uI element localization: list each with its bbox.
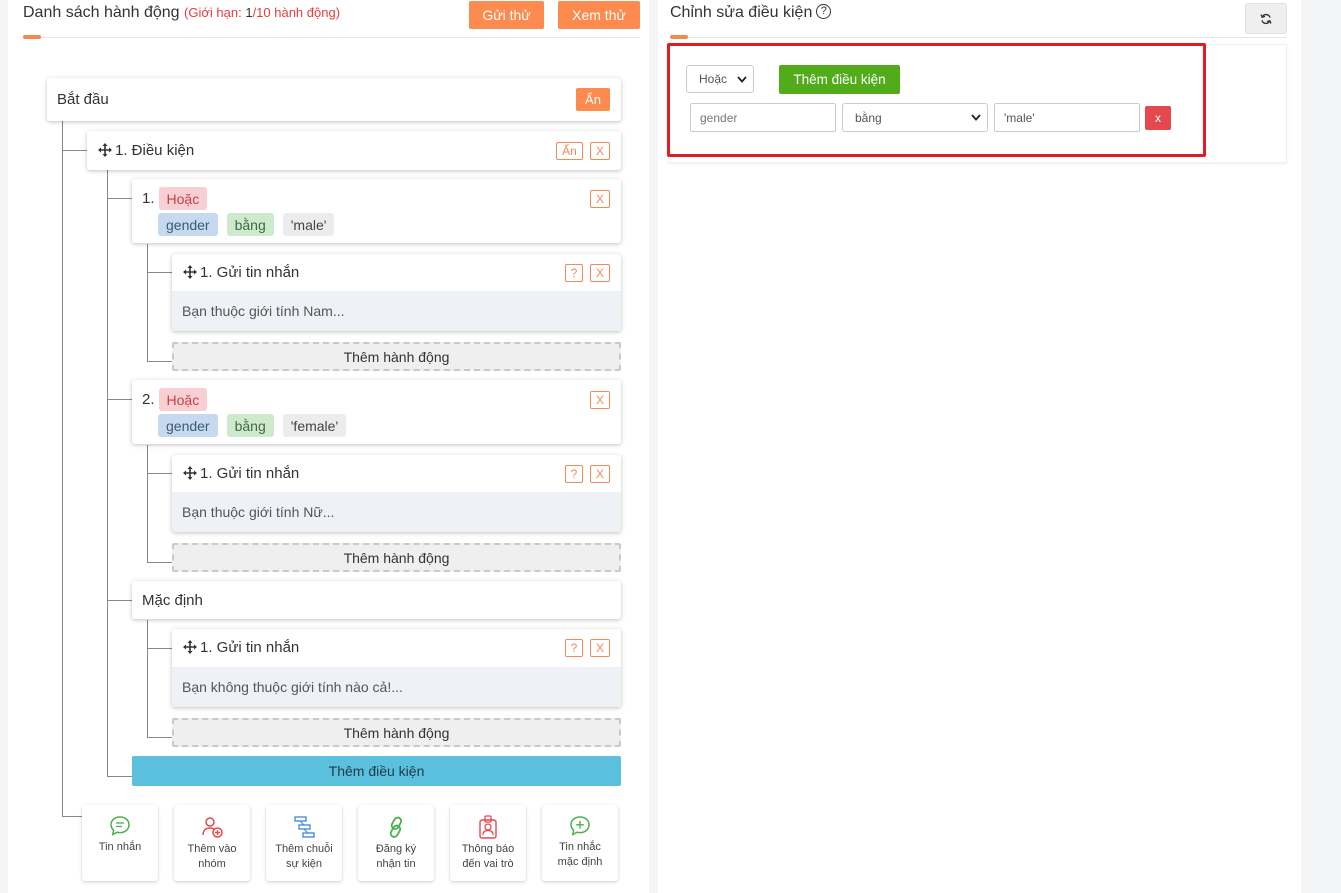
logic-select[interactable]: Hoặc [686,65,754,93]
move-icon[interactable] [98,143,112,157]
hide-button[interactable]: Ẩn [576,88,610,111]
action-list-title: Danh sách hành động [23,4,180,21]
field-tag: gender [158,414,218,437]
move-icon[interactable] [183,640,197,654]
tool-subscribe[interactable]: Đăng ký nhận tin [358,805,434,881]
delete-condition-button[interactable]: X [590,142,610,160]
action-node[interactable]: 1. Gửi tin nhắn ? X Bạn không thuộc giới… [172,629,621,707]
condition-node[interactable]: 1. Điều kiện Ẩn X [87,131,621,170]
delete-branch-button[interactable]: X [590,190,610,208]
add-action-button[interactable]: Thêm hành động [172,543,621,572]
help-button[interactable]: ? [565,264,583,282]
value-tag: 'female' [282,414,347,437]
tool-add-sequence[interactable]: Thêm chuỗi sự kiện [266,805,342,881]
chevron-down-icon [971,114,981,121]
tool-label: Thêm chuỗi [275,843,333,855]
action-message: Bạn thuộc giới tính Nam... [172,291,621,331]
logic-tag: Hoặc [158,187,208,210]
tool-add-to-group[interactable]: Thêm vào nhóm [174,805,250,881]
default-label: Mặc định [142,592,203,609]
editor-divider [670,37,1287,38]
send-test-button[interactable]: Gửi thử [469,1,544,29]
refresh-icon [1260,13,1272,24]
action-message: Bạn không thuộc giới tính nào cả!... [172,667,621,707]
action-limit: (Giới hạn: 1/10 hành động) [184,5,341,20]
header-accent [23,35,41,39]
start-node[interactable]: Bắt đầu Ẩn [47,78,621,121]
message-icon [110,816,130,836]
action-title: 1. Gửi tin nhắn [200,264,300,281]
link-icon [389,816,403,838]
tool-notify-role[interactable]: Thông báo đến vai trò [450,805,526,881]
help-button[interactable]: ? [565,465,583,483]
action-message: Bạn thuộc giới tính Nữ... [172,492,621,532]
remove-condition-button[interactable]: x [1145,106,1171,130]
logic-tag: Hoặc [158,388,208,411]
tool-label: Tin nhắn [98,841,142,853]
highlight-box [667,43,1206,157]
refresh-button[interactable] [1245,3,1287,34]
badge-icon [479,815,497,839]
field-input[interactable]: gender [690,103,836,132]
add-user-icon [202,817,223,838]
message-plus-icon [570,816,590,836]
delete-action-button[interactable]: X [590,639,610,657]
default-branch-node[interactable]: Mặc định [132,581,621,619]
value-input[interactable]: 'male' [994,103,1140,132]
hide-condition-button[interactable]: Ẩn [556,142,583,160]
branch-node[interactable]: 2. Hoặc gender bằng 'female' X [132,380,621,444]
tool-label: Thông báo [461,843,515,855]
delete-action-button[interactable]: X [590,264,610,282]
add-condition-button[interactable]: Thêm điều kiện [779,65,900,94]
move-icon[interactable] [183,466,197,480]
action-node[interactable]: 1. Gửi tin nhắn ? X Bạn thuộc giới tính … [172,254,621,331]
tool-label: Tin nhắc [559,841,601,853]
delete-branch-button[interactable]: X [590,391,610,409]
operator-tag: bằng [226,414,274,437]
branch-node[interactable]: 1. Hoặc gender bằng 'male' X [132,179,621,243]
action-title: 1. Gửi tin nhắn [200,465,300,482]
preview-button[interactable]: Xem thử [558,1,640,29]
start-label: Bắt đầu [57,91,109,108]
delete-action-button[interactable]: X [590,465,610,483]
editor-header: Chỉnh sửa điều kiện ? [670,3,832,22]
action-list-header: Danh sách hành động (Giới hạn: 1/10 hành… [23,4,340,22]
editor-accent [670,35,688,39]
condition-title: 1. Điều kiện [115,142,195,159]
action-node[interactable]: 1. Gửi tin nhắn ? X Bạn thuộc giới tính … [172,455,621,532]
operator-select[interactable]: bằng [842,103,988,132]
action-title: 1. Gửi tin nhắn [200,639,300,656]
sequence-icon [294,816,315,838]
branch-index: 1. [142,190,155,207]
help-button[interactable]: ? [565,639,583,657]
add-action-button[interactable]: Thêm hành động [172,718,621,747]
tool-label: Đăng ký [375,843,417,855]
header-divider [23,37,640,38]
add-condition-branch-button[interactable]: Thêm điều kiện [132,756,621,786]
scrollbar-track[interactable] [1301,0,1341,893]
operator-tag: bằng [226,213,274,236]
move-icon[interactable] [183,265,197,279]
value-tag: 'male' [282,213,335,236]
chevron-down-icon [737,75,747,83]
field-tag: gender [158,213,218,236]
help-icon[interactable]: ? [816,3,832,19]
add-action-button[interactable]: Thêm hành động [172,342,621,371]
tool-label: Thêm vào [187,843,237,855]
tool-message[interactable]: Tin nhắn [82,805,158,881]
branch-index: 2. [142,391,155,408]
tool-default-reminder[interactable]: Tin nhắc mặc định [542,805,618,881]
editor-title: Chỉnh sửa điều kiện [670,4,813,21]
